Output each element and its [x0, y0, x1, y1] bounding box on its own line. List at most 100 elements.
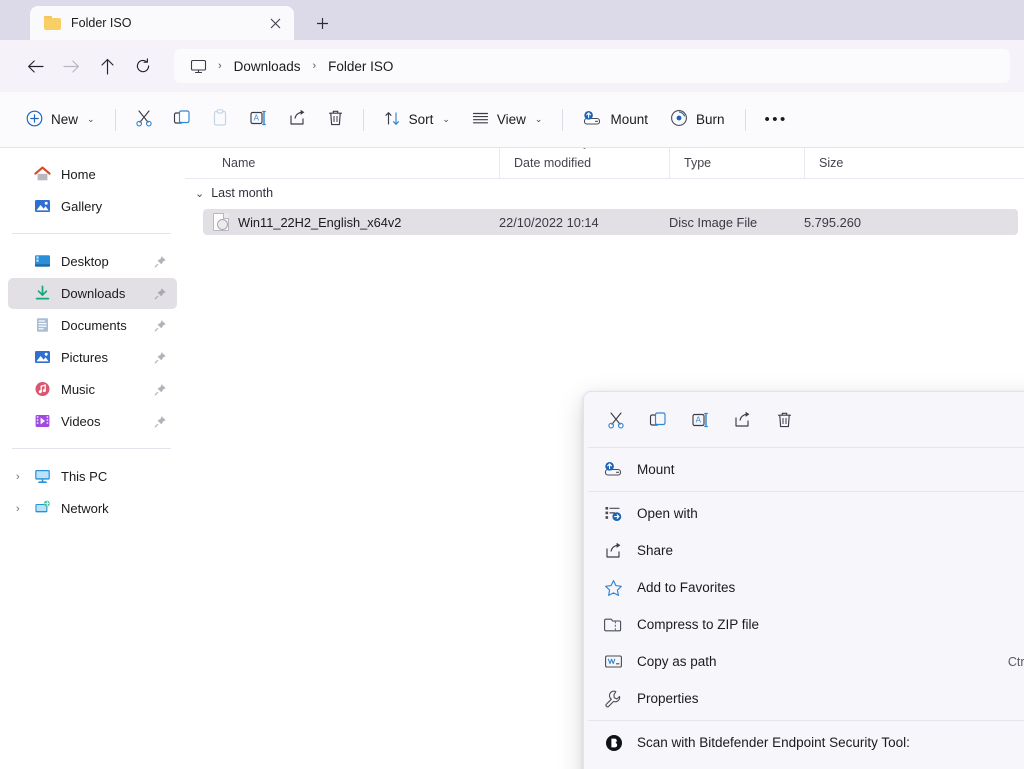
rename-button[interactable]: A — [240, 103, 277, 137]
address-bar: › Downloads › Folder ISO — [0, 40, 1024, 92]
group-header-last-month[interactable]: ⌄ Last month — [185, 179, 1024, 207]
sidebar-item-videos[interactable]: Videos — [8, 406, 177, 437]
view-lines-icon — [472, 110, 489, 130]
folder-icon — [44, 16, 61, 30]
share-button[interactable] — [279, 103, 316, 137]
sidebar-item-label: Music — [61, 382, 95, 397]
zip-folder-icon — [604, 615, 623, 634]
chevron-right-icon[interactable]: › — [16, 461, 20, 492]
file-name-label: Win11_22H2_English_x64v2 — [238, 214, 402, 230]
breadcrumb[interactable]: › Downloads › Folder ISO — [174, 49, 1010, 83]
bitdefender-icon — [604, 733, 623, 752]
tab-title: Folder ISO — [71, 16, 132, 30]
sort-button[interactable]: Sort ⌄ — [374, 103, 460, 137]
pin-icon[interactable] — [153, 383, 167, 396]
sidebar-item-gallery[interactable]: Gallery — [8, 191, 177, 222]
copy-button[interactable] — [164, 103, 200, 137]
copy-icon — [173, 109, 191, 130]
table-row[interactable]: Win11_22H2_English_x64v2 22/10/2022 10:1… — [203, 209, 1018, 235]
delete-button[interactable] — [318, 103, 353, 137]
sidebar-divider — [12, 233, 171, 234]
this-pc-monitor-icon[interactable] — [184, 59, 213, 74]
column-header-size[interactable]: Size — [804, 148, 901, 179]
sidebar-item-downloads[interactable]: Downloads — [8, 278, 177, 309]
pin-icon[interactable] — [153, 351, 167, 364]
context-rename-button[interactable]: A — [682, 403, 718, 437]
new-tab-button[interactable] — [308, 9, 336, 37]
context-menu: A Mount Enter — [583, 391, 1024, 769]
up-button[interactable] — [90, 49, 124, 83]
network-icon — [34, 500, 51, 517]
see-more-button[interactable]: ••• — [756, 103, 797, 137]
sidebar-item-documents[interactable]: Documents — [8, 310, 177, 341]
mount-disc-icon — [583, 110, 602, 130]
chevron-down-icon: ⌄ — [87, 114, 95, 124]
svg-text:A: A — [253, 114, 259, 123]
group-header-label: Last month — [211, 186, 274, 200]
forward-button — [54, 49, 88, 83]
view-button[interactable]: View ⌄ — [462, 103, 553, 137]
pin-icon[interactable] — [153, 255, 167, 268]
context-item-share[interactable]: Share — [588, 532, 1024, 569]
context-item-scan-with-bitdefender[interactable]: Scan with Bitdefender Endpoint Security … — [588, 724, 1024, 761]
column-header-date-modified[interactable]: ⌄ Date modified — [499, 148, 669, 179]
cut-button[interactable] — [126, 103, 162, 137]
tab-folder-iso[interactable]: Folder ISO — [30, 6, 294, 40]
sidebar-item-music[interactable]: Music — [8, 374, 177, 405]
context-item-compress-to-zip[interactable]: Compress to ZIP file — [588, 606, 1024, 643]
column-header-name[interactable]: Name — [185, 148, 499, 179]
sidebar-item-pictures[interactable]: Pictures — [8, 342, 177, 373]
context-item-edit-with-notepad-plus-plus[interactable]: Edit with Notepad++ — [588, 761, 1024, 769]
breadcrumb-separator: › — [218, 60, 222, 72]
breadcrumb-item-downloads[interactable]: Downloads — [227, 56, 308, 77]
pin-icon[interactable] — [153, 319, 167, 332]
sidebar-item-label: Gallery — [61, 199, 103, 214]
column-header-label: Name — [222, 156, 256, 170]
context-share-button[interactable] — [724, 403, 760, 437]
chevron-down-icon[interactable]: ⌄ — [195, 187, 204, 200]
downloads-icon — [34, 285, 51, 302]
context-item-copy-as-path[interactable]: Copy as path Ctrl+Shift+C — [588, 643, 1024, 680]
sidebar-item-this-pc[interactable]: › This PC — [8, 461, 177, 492]
breadcrumb-item-folder-iso[interactable]: Folder ISO — [321, 56, 400, 77]
back-button[interactable] — [18, 49, 52, 83]
chevron-down-icon: ⌄ — [534, 114, 543, 124]
pin-icon[interactable] — [153, 415, 167, 428]
context-item-mount[interactable]: Mount Enter — [588, 451, 1024, 488]
copy-path-icon — [604, 652, 623, 671]
mount-disc-icon — [604, 460, 623, 479]
share-icon — [604, 541, 623, 560]
rename-icon: A — [249, 109, 268, 130]
context-item-label: Open with — [637, 506, 698, 521]
context-item-open-with[interactable]: Open with › — [588, 495, 1024, 532]
sidebar-item-label: Desktop — [61, 254, 109, 269]
sidebar-item-label: Documents — [61, 318, 127, 333]
column-header-label: Size — [819, 156, 844, 170]
context-delete-button[interactable] — [766, 403, 802, 437]
context-cut-button[interactable] — [598, 403, 634, 437]
title-bar: Folder ISO — [0, 0, 1024, 40]
context-item-add-to-favorites[interactable]: Add to Favorites — [588, 569, 1024, 606]
sidebar-item-home[interactable]: Home — [8, 159, 177, 190]
column-header-type[interactable]: Type — [669, 148, 804, 179]
refresh-button[interactable] — [126, 49, 160, 83]
trash-icon — [327, 109, 344, 130]
chevron-right-icon[interactable]: › — [16, 493, 20, 524]
file-list-pane: Name ⌄ Date modified Type Size ⌄ Last mo… — [185, 148, 1024, 769]
music-icon — [34, 381, 51, 398]
mount-button[interactable]: Mount — [573, 103, 658, 137]
sidebar-divider — [12, 448, 171, 449]
new-button[interactable]: New ⌄ — [16, 103, 105, 137]
context-item-label: Copy as path — [637, 654, 717, 669]
context-menu-divider — [588, 447, 1024, 448]
plus-circle-icon — [26, 110, 43, 130]
sidebar-item-desktop[interactable]: Desktop — [8, 246, 177, 277]
sidebar-item-network[interactable]: › Network — [8, 493, 177, 524]
close-icon[interactable] — [264, 12, 286, 34]
pin-icon[interactable] — [153, 287, 167, 300]
toolbar-divider — [562, 108, 564, 131]
context-copy-button[interactable] — [640, 403, 676, 437]
burn-button[interactable]: Burn — [660, 103, 735, 137]
pictures-icon — [34, 349, 51, 366]
context-item-properties[interactable]: Properties Alt+Enter — [588, 680, 1024, 717]
